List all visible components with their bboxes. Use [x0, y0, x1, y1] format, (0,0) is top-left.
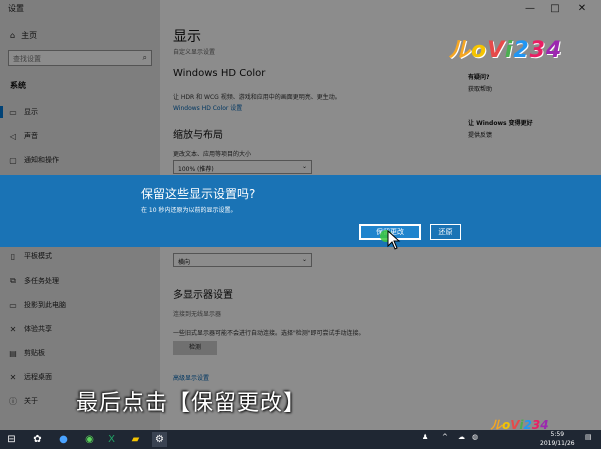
folder-icon[interactable]: ▰ [128, 432, 143, 447]
chat-app-icon[interactable]: ◉ [82, 432, 97, 447]
video-caption: 最后点击【保留更改】 [76, 391, 307, 416]
taskbar-clock: 5:59 2019/11/26 [540, 431, 575, 447]
revert-button[interactable]: 还原 [430, 224, 461, 240]
chevron-up-icon[interactable]: ^ [442, 433, 448, 441]
taskbar: ⊟ ✿ ● ◉ X ▰ ⚙ ♟ ^ ☁ ◍ 5:59 2019/11/26 ▤ [0, 430, 601, 449]
people-icon[interactable]: ♟ [422, 433, 428, 441]
watermark-logo: ルoVi234 [448, 38, 563, 63]
cloud-icon[interactable]: ☁ [458, 433, 465, 441]
settings-gear-icon[interactable]: ⚙ [152, 432, 167, 447]
task-view-icon[interactable]: ⊟ [4, 432, 19, 447]
dialog-message: 在 10 秒内还原为以前的显示设置。 [141, 207, 237, 214]
start-icon[interactable]: ✿ [30, 432, 45, 447]
mouse-cursor-icon [387, 230, 401, 250]
keep-display-settings-dialog: 保留这些显示设置吗? 在 10 秒内还原为以前的显示设置。 保留更改 还原 [0, 175, 601, 247]
mic-icon[interactable]: ● [56, 432, 71, 447]
excel-icon[interactable]: X [104, 432, 119, 447]
dialog-title: 保留这些显示设置吗? [141, 187, 256, 201]
wechat-icon[interactable]: ◍ [472, 433, 478, 441]
notification-center-icon[interactable]: ▤ [585, 433, 592, 441]
